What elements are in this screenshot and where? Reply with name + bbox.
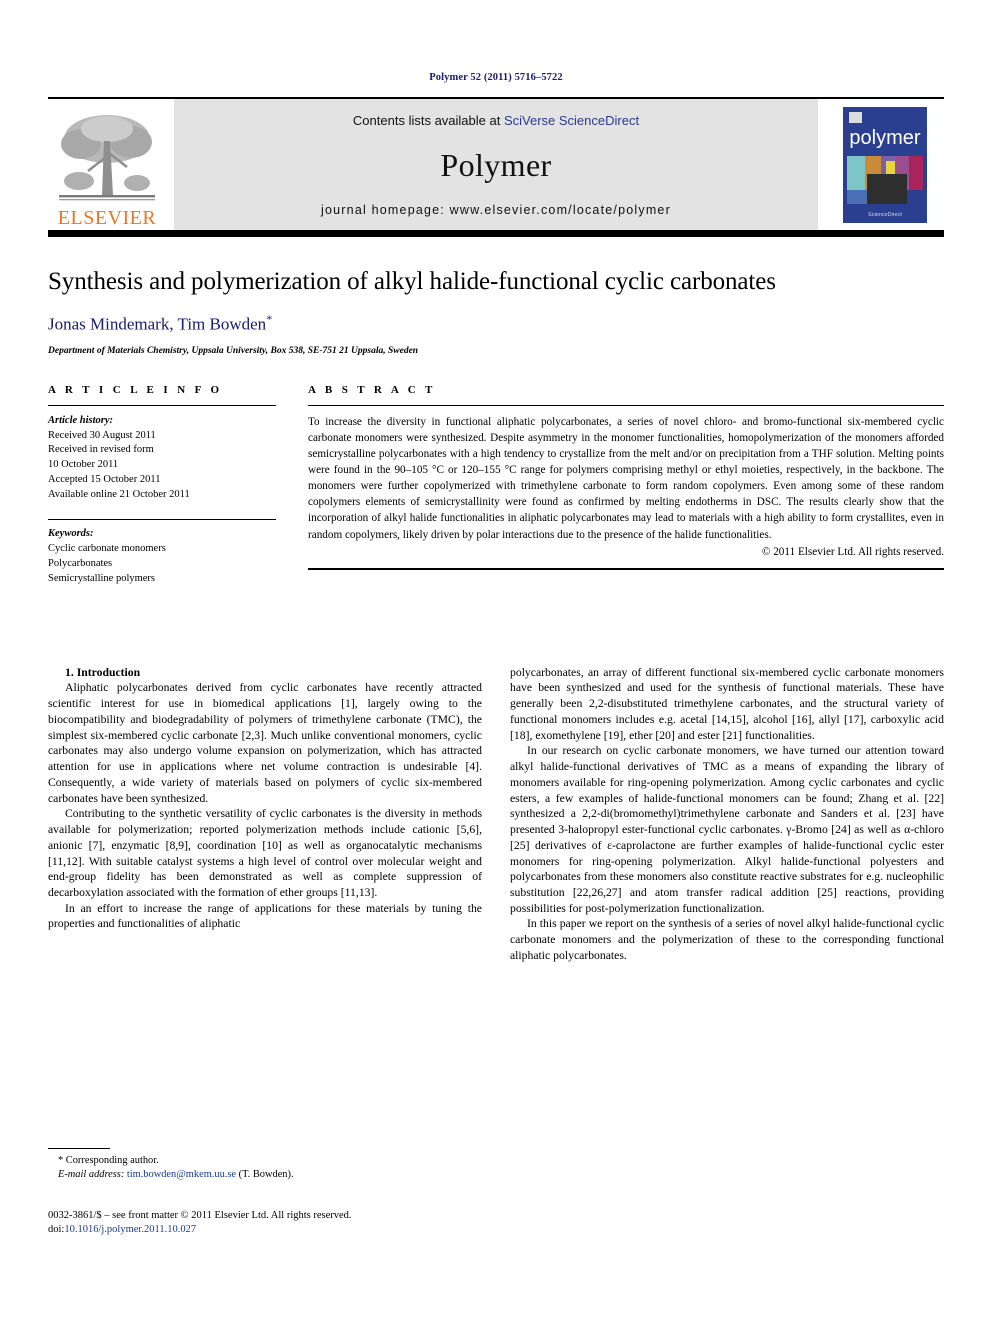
polymer-cover-image: polymer ScienceDirect	[839, 103, 931, 226]
page-title: Synthesis and polymerization of alkyl ha…	[48, 268, 776, 295]
keyword-item: Semicrystalline polymers	[48, 572, 156, 584]
abstract-bottom-rule	[308, 567, 944, 570]
corresponding-author-note: * Corresponding author.	[58, 1155, 159, 1166]
keywords-block: Keywords: Cyclic carbonate monomers Poly…	[48, 527, 276, 587]
contents-available-line: Contents lists available at SciVerse Sci…	[353, 113, 639, 128]
article-info-rule	[48, 404, 276, 406]
keyword-item: Polycarbonates	[48, 557, 113, 569]
footnote-rule	[48, 1148, 110, 1149]
article-info-heading: A R T I C L E I N F O	[48, 383, 223, 396]
paragraph: In our research on cyclic carbonate mono…	[510, 744, 944, 915]
paragraph: Aliphatic polycarbonates derived from cy…	[48, 681, 482, 805]
author-affiliation: Department of Materials Chemistry, Uppsa…	[48, 345, 419, 356]
abstract-copyright: © 2011 Elsevier Ltd. All rights reserved…	[761, 545, 944, 558]
abstract-heading: A B S T R A C T	[308, 383, 436, 396]
email-suffix: (T. Bowden).	[238, 1169, 294, 1181]
paragraph: polycarbonates, an array of different fu…	[510, 665, 944, 742]
elsevier-wordmark: ELSEVIER	[57, 207, 157, 229]
doi-line: doi:10.1016/j.polymer.2011.10.027	[48, 1223, 478, 1238]
masthead-bottom-rule	[48, 230, 944, 237]
footer-region: * Corresponding author. E-mail address: …	[48, 1148, 478, 1238]
running-head: Polymer 52 (2011) 5716–5722	[429, 72, 563, 83]
paragraph: In this paper we report on the synthesis…	[510, 917, 944, 962]
history-item: Available online 21 October 2011	[48, 489, 190, 501]
corresponding-author-marker: *	[266, 312, 273, 326]
issn-line: 0032-3861/$ – see front matter © 2011 El…	[48, 1209, 352, 1221]
author-list: Jonas Mindemark, Tim Bowden*	[48, 312, 944, 335]
abstract-panel: A B S T R A C T To increase the diversit…	[308, 384, 944, 587]
email-label: E-mail address:	[58, 1169, 125, 1181]
journal-title: Polymer	[440, 147, 552, 183]
abstract-rule	[308, 404, 944, 406]
history-item: Received 30 August 2011	[48, 429, 156, 441]
email-link[interactable]: tim.bowden@mkem.uu.se	[127, 1169, 236, 1180]
paragraph: Contributing to the synthetic versatilit…	[48, 807, 482, 899]
document-page: Polymer 52 (2011) 5716–5722 ELSEVIER Con…	[0, 0, 992, 1323]
imprint-block: 0032-3861/$ – see front matter © 2011 El…	[48, 1209, 478, 1238]
body-columns: 1. Introduction Aliphatic polycarbonates…	[48, 665, 944, 964]
body-column-right: polycarbonates, an array of different fu…	[510, 665, 944, 964]
keywords-rule	[48, 519, 276, 521]
article-info-panel: A R T I C L E I N F O Article history: R…	[48, 384, 276, 587]
sciencedirect-link[interactable]: SciVerse ScienceDirect	[504, 113, 639, 128]
history-item: Received in revised form	[48, 444, 154, 456]
journal-masthead: ELSEVIER Contents lists available at Sci…	[48, 97, 944, 230]
journal-cover-thumbnail: polymer ScienceDirect	[826, 99, 944, 230]
masthead-center-panel: Contents lists available at SciVerse Sci…	[174, 99, 818, 230]
section-heading-introduction: 1. Introduction	[65, 665, 141, 679]
elsevier-tree-icon	[59, 115, 155, 201]
info-abstract-region: A R T I C L E I N F O Article history: R…	[48, 384, 944, 587]
article-history-block: Article history: Received 30 August 2011…	[48, 414, 276, 503]
doi-prefix: doi:	[48, 1224, 65, 1236]
keyword-item: Cyclic carbonate monomers	[48, 543, 166, 554]
journal-homepage-link[interactable]: journal homepage: www.elsevier.com/locat…	[321, 203, 671, 217]
keywords-label: Keywords:	[48, 528, 94, 540]
paragraph: In an effort to increase the range of ap…	[48, 901, 482, 931]
doi-link[interactable]: 10.1016/j.polymer.2011.10.027	[64, 1224, 196, 1235]
body-column-left: 1. Introduction Aliphatic polycarbonates…	[48, 665, 482, 964]
abstract-text: To increase the diversity in functional …	[308, 415, 944, 541]
svg-text:polymer: polymer	[849, 127, 920, 149]
email-note: E-mail address: tim.bowden@mkem.uu.se (T…	[48, 1168, 478, 1182]
svg-text:ScienceDirect: ScienceDirect	[868, 212, 902, 218]
history-item: Accepted 15 October 2011	[48, 474, 161, 486]
article-history-label: Article history:	[48, 414, 114, 426]
title-block: Synthesis and polymerization of alkyl ha…	[48, 267, 944, 356]
contents-prefix: Contents lists available at	[352, 113, 504, 128]
author-names: Jonas Mindemark, Tim Bowden	[48, 314, 267, 334]
elsevier-logo: ELSEVIER	[48, 99, 166, 230]
history-item: 10 October 2011	[48, 459, 119, 471]
